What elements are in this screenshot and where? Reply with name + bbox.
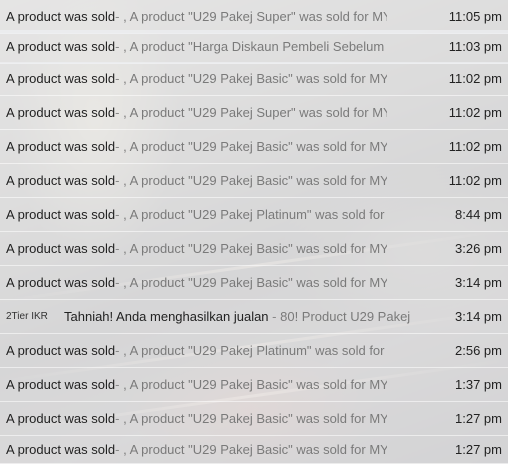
email-sender: A product was sold	[6, 343, 116, 358]
email-separator: -	[115, 343, 124, 358]
email-sender: A product was sold	[6, 9, 116, 24]
email-content: - , A product "U29 Pakej Basic" was sold…	[115, 173, 387, 188]
email-subject: Tahniah! Anda menghasilkan jualan	[64, 309, 269, 324]
email-separator: -	[115, 275, 124, 290]
email-sender: A product was sold	[6, 275, 116, 290]
email-sender: 2Tier IKR	[6, 311, 48, 322]
email-separator: -	[115, 9, 124, 24]
email-time: 1:37 pm	[455, 377, 502, 392]
email-sender: A product was sold	[6, 139, 116, 154]
email-snippet: , A product "Harga Diskaun Pembeli Sebel…	[123, 39, 388, 54]
email-time: 3:14 pm	[455, 309, 502, 324]
email-content: - , A product "U29 Pakej Basic" was sold…	[115, 275, 387, 290]
email-sender: A product was sold	[6, 207, 116, 222]
email-separator: -	[115, 207, 124, 222]
email-sender: A product was sold	[6, 442, 116, 457]
email-snippet: , A product "U29 Pakej Basic" was sold f…	[123, 173, 388, 188]
email-snippet: , A product "U29 Pakej Platinum" was sol…	[123, 343, 388, 358]
email-time: 11:02 pm	[448, 105, 502, 120]
email-row[interactable]: A product was sold - , A product "Harga …	[0, 30, 508, 64]
email-separator: -	[115, 377, 124, 392]
email-time: 11:03 pm	[448, 39, 502, 54]
email-snippet: , A product "U29 Pakej Basic" was sold f…	[123, 275, 388, 290]
email-time: 8:44 pm	[455, 207, 502, 222]
email-snippet: , A product "U29 Pakej Basic" was sold f…	[123, 411, 388, 426]
email-snippet: , A product "U29 Pakej Basic" was sold f…	[123, 442, 388, 457]
email-content: - , A product "U29 Pakej Platinum" was s…	[115, 343, 387, 358]
email-separator: -	[115, 39, 124, 54]
email-separator: -	[115, 139, 124, 154]
email-separator: -	[115, 241, 124, 256]
email-separator: -	[268, 309, 281, 324]
email-row[interactable]: A product was sold - , A product "U29 Pa…	[0, 198, 508, 232]
email-content: - , A product "Harga Diskaun Pembeli Seb…	[115, 39, 387, 54]
email-sender: A product was sold	[6, 241, 116, 256]
email-content: - , A product "U29 Pakej Basic" was sold…	[115, 139, 387, 154]
email-content: - , A product "U29 Pakej Super" was sold…	[115, 105, 387, 120]
email-row[interactable]: A product was sold - , A product "U29 Pa…	[0, 402, 508, 436]
email-snippet: , A product "U29 Pakej Basic" was sold f…	[123, 71, 388, 86]
email-row[interactable]: A product was sold - , A product "U29 Pa…	[0, 96, 508, 130]
email-list: A product was sold - , A product "U29 Pa…	[0, 0, 508, 464]
email-row[interactable]: A product was sold - , A product "U29 Pa…	[0, 232, 508, 266]
email-sender: A product was sold	[6, 173, 116, 188]
email-time: 2:56 pm	[455, 343, 502, 358]
email-time: 11:02 pm	[448, 173, 502, 188]
email-sender: A product was sold	[6, 71, 116, 86]
email-row[interactable]: A product was sold - , A product "U29 Pa…	[0, 0, 508, 34]
email-content: - , A product "U29 Pakej Super" was sold…	[115, 9, 387, 24]
email-content: - , A product "U29 Pakej Basic" was sold…	[115, 377, 387, 392]
email-row[interactable]: A product was sold - , A product "U29 Pa…	[0, 266, 508, 300]
email-time: 3:26 pm	[455, 241, 502, 256]
email-time: 11:02 pm	[448, 139, 502, 154]
email-sender: A product was sold	[6, 377, 116, 392]
email-row[interactable]: A product was sold - , A product "U29 Pa…	[0, 62, 508, 96]
email-sender: A product was sold	[6, 411, 116, 426]
email-snippet: , A product "U29 Pakej Super" was sold f…	[123, 9, 388, 24]
email-snippet: 80! Product U29 Pakej	[280, 309, 411, 324]
email-separator: -	[115, 442, 124, 457]
email-content: - , A product "U29 Pakej Basic" was sold…	[115, 411, 387, 426]
email-content: - , A product "U29 Pakej Platinum" was s…	[115, 207, 387, 222]
email-row[interactable]: A product was sold - , A product "U29 Pa…	[0, 164, 508, 198]
email-content: Tahniah! Anda menghasilkan jualan - 80! …	[64, 309, 414, 324]
email-separator: -	[115, 105, 124, 120]
email-separator: -	[115, 411, 124, 426]
email-row[interactable]: A product was sold - , A product "U29 Pa…	[0, 130, 508, 164]
email-row[interactable]: A product was sold - , A product "U29 Pa…	[0, 368, 508, 402]
email-snippet: , A product "U29 Pakej Basic" was sold f…	[123, 139, 388, 154]
email-snippet: , A product "U29 Pakej Basic" was sold f…	[123, 241, 388, 256]
email-time: 11:02 pm	[448, 71, 502, 86]
email-content: - , A product "U29 Pakej Basic" was sold…	[115, 241, 387, 256]
email-snippet: , A product "U29 Pakej Super" was sold f…	[123, 105, 388, 120]
email-content: - , A product "U29 Pakej Basic" was sold…	[115, 71, 387, 86]
email-row[interactable]: 2Tier IKR Tahniah! Anda menghasilkan jua…	[0, 300, 508, 334]
email-snippet: , A product "U29 Pakej Basic" was sold f…	[123, 377, 388, 392]
email-time: 11:05 pm	[448, 9, 502, 24]
email-time: 3:14 pm	[455, 275, 502, 290]
email-separator: -	[115, 173, 124, 188]
email-separator: -	[115, 71, 124, 86]
email-row[interactable]: A product was sold - , A product "U29 Pa…	[0, 436, 508, 464]
email-row[interactable]: A product was sold - , A product "U29 Pa…	[0, 334, 508, 368]
email-time: 1:27 pm	[455, 411, 502, 426]
email-snippet: , A product "U29 Pakej Platinum" was sol…	[123, 207, 388, 222]
email-sender: A product was sold	[6, 105, 116, 120]
email-time: 1:27 pm	[455, 442, 502, 457]
email-sender: A product was sold	[6, 39, 116, 54]
email-content: - , A product "U29 Pakej Basic" was sold…	[115, 442, 387, 457]
